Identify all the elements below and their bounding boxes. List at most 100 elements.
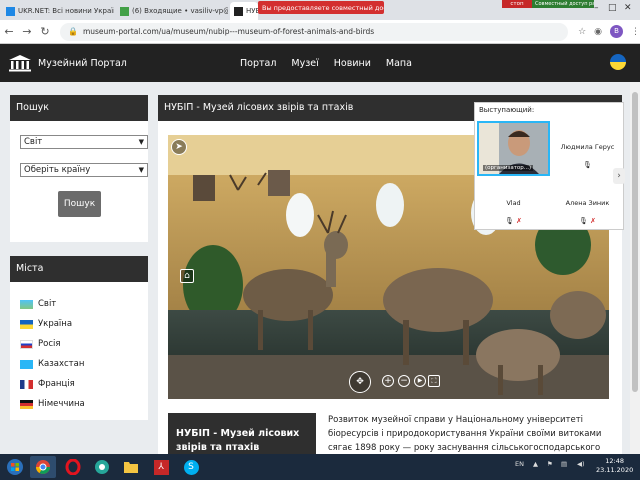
network-icon[interactable]: ▤ <box>561 460 567 468</box>
ukrnet-favicon-icon <box>6 6 15 16</box>
world-select[interactable]: Світ ▼ <box>20 135 148 149</box>
search-panel: Пошук Світ ▼ Оберіть країну ▼ Пошук <box>10 95 148 242</box>
participant-tile[interactable]: Алена Зиник 🎙 ✗ <box>551 177 624 232</box>
museum-favicon-icon <box>234 6 243 16</box>
city-label: Україна <box>38 319 73 329</box>
tab-museum[interactable]: НУБ <box>230 2 258 20</box>
stop-share-button[interactable]: стоп <box>502 0 532 8</box>
forward-arrow-icon[interactable]: → <box>18 25 36 38</box>
home-icon[interactable]: ⌂ <box>180 269 194 283</box>
chrome-taskbar-icon[interactable] <box>30 456 56 478</box>
maximize-icon[interactable]: □ <box>608 3 617 13</box>
chrome-icon <box>36 460 50 474</box>
city-label: Росія <box>38 339 61 349</box>
city-label: Німеччина <box>38 399 85 409</box>
world-select-value: Світ <box>24 137 43 147</box>
start-button[interactable] <box>2 456 28 478</box>
skype-icon: S <box>183 459 199 475</box>
minimize-icon[interactable]: – <box>594 3 599 13</box>
opera-taskbar-icon[interactable] <box>60 456 86 478</box>
url-field[interactable]: 🔒 museum-portal.com/ua/museum/nubip---mu… <box>60 22 569 41</box>
russia-flag-icon <box>20 339 33 349</box>
participant-name: Людмила Герус <box>560 143 615 151</box>
lock-icon: 🔒 <box>68 27 78 36</box>
tray-chevron-up-icon[interactable]: ▲ <box>533 460 538 468</box>
menu-dots-icon[interactable]: ⋮ <box>631 27 640 37</box>
city-item-ukraine[interactable]: Україна <box>10 314 148 334</box>
chevron-right-icon[interactable]: › <box>613 168 625 184</box>
flag-tray-icon[interactable]: ⚑ <box>547 460 553 468</box>
reload-icon[interactable]: ↻ <box>36 25 54 38</box>
museum-building-icon <box>9 55 31 72</box>
site-logo[interactable]: Музейний Портал <box>8 54 127 72</box>
tab-label: UKR.NET: Всі новини України, о <box>18 7 114 15</box>
nav-map[interactable]: Мапа <box>386 58 412 69</box>
search-button[interactable]: Пошук <box>58 191 101 217</box>
star-icon[interactable]: ☆ <box>578 27 586 37</box>
tab-mail[interactable]: (6) Входящие • vasiliv-vp@ukr.n <box>116 2 228 20</box>
acrobat-taskbar-icon[interactable]: ⅄ <box>148 456 174 478</box>
city-item-germany[interactable]: Німеччина <box>10 394 148 414</box>
volume-icon[interactable]: ◀) <box>577 460 585 468</box>
profile-avatar[interactable]: В <box>610 25 623 38</box>
city-label: Світ <box>38 299 57 309</box>
nav-news[interactable]: Новини <box>334 58 371 69</box>
extension-icon[interactable]: ◉ <box>594 27 602 37</box>
zoom-in-icon[interactable]: + <box>382 375 394 387</box>
screen-share-banner: Вы предоставляете совместный доступ к Go… <box>258 1 384 14</box>
share-banner-text: Вы предоставляете совместный доступ к Go… <box>262 3 384 12</box>
nav-museums[interactable]: Музеї <box>291 58 318 69</box>
participant-tile[interactable]: Vlad 🎙 ✗ <box>477 177 550 232</box>
green-circle-app-icon <box>95 460 109 474</box>
play-icon[interactable]: ▶ <box>414 375 426 387</box>
fullscreen-icon[interactable]: ⛶ <box>428 375 440 387</box>
back-arrow-icon[interactable]: ← <box>0 25 18 38</box>
tab-ukrnet[interactable]: UKR.NET: Всі новини України, о <box>2 2 114 20</box>
opera-icon <box>65 459 81 475</box>
chevron-down-icon: ▼ <box>138 166 144 174</box>
scrollbar-thumb[interactable] <box>632 92 638 392</box>
city-item-france[interactable]: Франція <box>10 374 148 394</box>
participant-name: Алена Зиник <box>565 199 610 207</box>
cities-panel-title: Міста <box>10 256 148 282</box>
language-indicator[interactable]: EN <box>515 460 524 468</box>
video-call-overlay: Выступающий: (организатор...) Людмила Ге… <box>474 102 624 230</box>
skype-taskbar-icon[interactable]: S <box>178 456 204 478</box>
ukraine-flag-icon <box>20 319 33 329</box>
folder-icon <box>124 462 138 473</box>
speaker-label: Выступающий: <box>479 106 535 114</box>
city-item-kazakhstan[interactable]: Казахстан <box>10 354 148 374</box>
mic-icon: 🎙 ✗ <box>579 217 596 225</box>
page-scrollbar[interactable] <box>630 82 640 454</box>
ukraine-language-flag-icon[interactable] <box>610 54 626 70</box>
pan-arrows-icon[interactable]: ✥ <box>349 371 371 393</box>
tab-label: (6) Входящие • vasiliv-vp@ukr.n <box>132 7 228 15</box>
city-item-russia[interactable]: Росія <box>10 334 148 354</box>
participant-name: Vlad <box>506 199 521 207</box>
city-item-world[interactable]: Світ <box>10 294 148 314</box>
windows-logo-icon <box>7 459 23 475</box>
compass-icon[interactable]: ➤ <box>171 139 187 155</box>
main-nav: Портал Музеї Новини Мапа <box>240 58 412 69</box>
share-status-badge: Совместный доступ разрешён <box>532 0 594 8</box>
city-label: Казахстан <box>38 359 85 369</box>
explorer-taskbar-icon[interactable] <box>118 456 144 478</box>
zoom-out-icon[interactable]: − <box>398 375 410 387</box>
url-text: museum-portal.com/ua/museum/nubip---muse… <box>82 27 375 36</box>
clock-date: 23.11.2020 <box>596 466 634 474</box>
system-clock[interactable]: 12:48 23.11.2020 <box>596 457 633 475</box>
city-label: Франція <box>38 379 75 389</box>
tab-label: НУБ <box>246 7 258 15</box>
world-map-icon <box>20 299 33 309</box>
close-window-icon[interactable]: ✕ <box>624 3 632 13</box>
speaker-video-tile[interactable]: (организатор...) <box>477 121 550 176</box>
mic-icon: 🎙 ✗ <box>505 217 522 225</box>
country-select[interactable]: Оберіть країну ▼ <box>20 163 148 177</box>
site-header: Музейний Портал Портал Музеї Новини Мапа <box>0 44 640 82</box>
nav-portal[interactable]: Портал <box>240 58 276 69</box>
app-taskbar-icon[interactable] <box>89 456 115 478</box>
address-bar: ← → ↻ 🔒 museum-portal.com/ua/museum/nubi… <box>0 20 640 44</box>
search-panel-title: Пошук <box>10 95 148 121</box>
kazakhstan-flag-icon <box>20 359 33 369</box>
cities-panel: Міста Світ Україна Росія Казахстан Франц… <box>10 256 148 420</box>
